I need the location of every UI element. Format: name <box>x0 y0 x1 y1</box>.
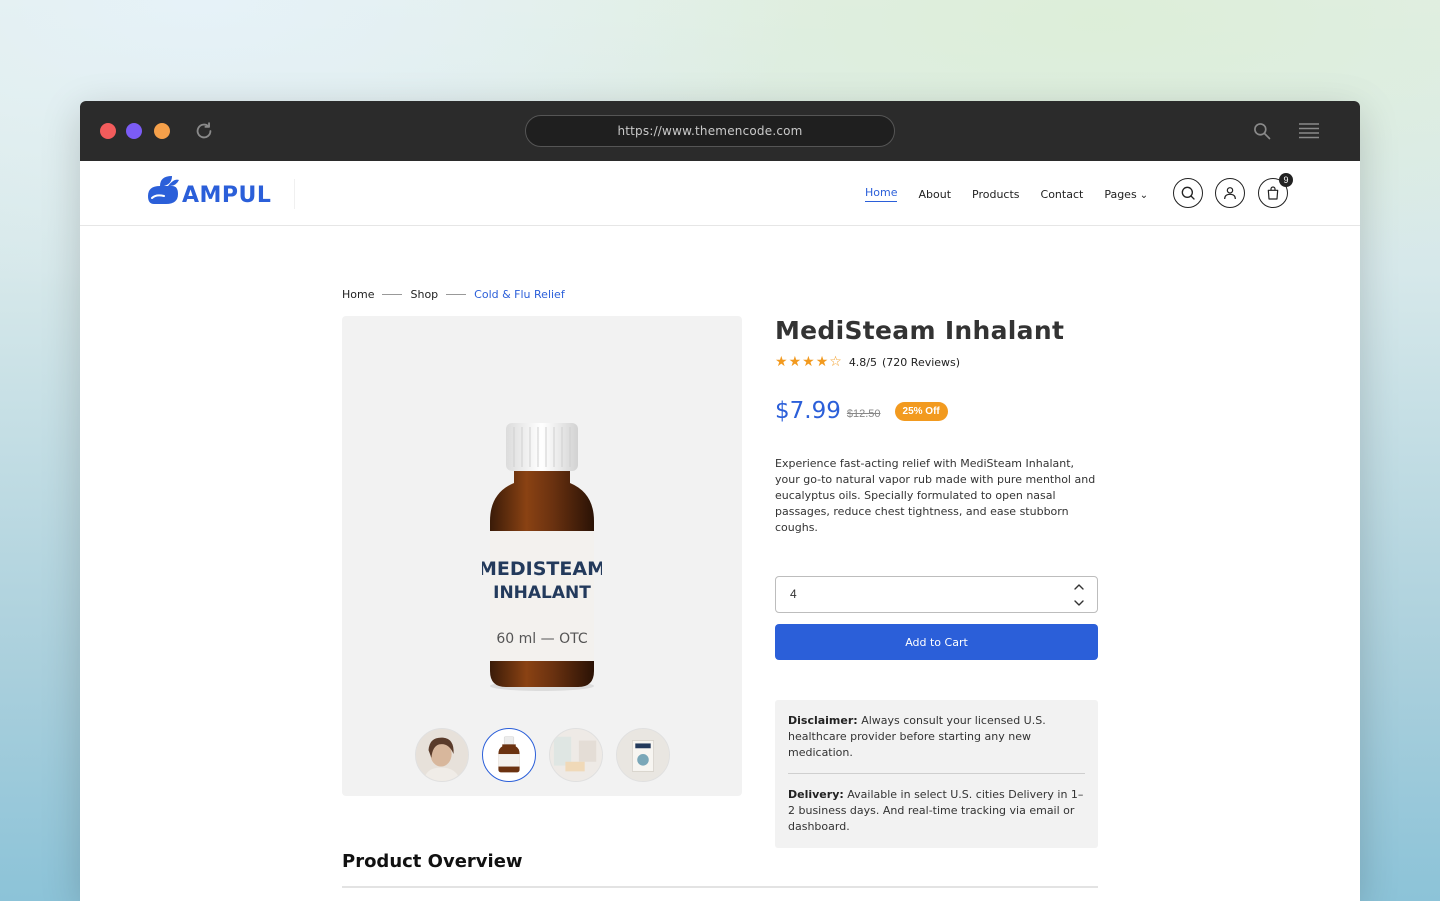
product-info: MediSteam Inhalant ★★★★☆ 4.8/5 (720 Revi… <box>775 316 1100 848</box>
thumbnail-bottle-image <box>498 736 520 773</box>
logo-divider <box>294 179 295 209</box>
product-overview-title: Product Overview <box>342 851 523 872</box>
breadcrumb-shop[interactable]: Shop <box>410 288 438 301</box>
disclaimer-label: Disclaimer: <box>788 714 858 727</box>
breadcrumb: Home Shop Cold & Flu Relief <box>342 288 565 301</box>
menu-icon[interactable] <box>1299 122 1319 140</box>
product-image: MEDISTEAM INHALANT 60 ml — OTC <box>482 423 602 691</box>
product-title: MediSteam Inhalant <box>775 316 1065 345</box>
overview-divider <box>342 886 1098 888</box>
breadcrumb-current[interactable]: Cold & Flu Relief <box>474 288 565 301</box>
search-icon[interactable] <box>1252 121 1272 141</box>
disclaimer: Disclaimer: Always consult your licensed… <box>788 713 1085 761</box>
star-filled-icon: ★ <box>788 354 803 370</box>
product-gallery: MEDISTEAM INHALANT 60 ml — OTC <box>342 316 742 796</box>
discount-badge: 25% Off <box>894 401 948 421</box>
nav-about[interactable]: About <box>918 188 951 201</box>
maximize-window-button[interactable] <box>154 123 170 139</box>
current-price: $7.99 <box>775 398 841 424</box>
add-to-cart-button[interactable]: Add to Cart <box>775 624 1098 660</box>
browser-titlebar: https://www.themencode.com <box>80 101 1360 161</box>
star-filled-icon: ★ <box>775 354 789 370</box>
product-notice: Disclaimer: Always consult your licensed… <box>775 700 1098 848</box>
bottle-label-line3: 60 ml — OTC <box>496 631 587 647</box>
nav-home[interactable]: Home <box>865 186 898 202</box>
header-search-button[interactable] <box>1173 178 1203 208</box>
delivery-label: Delivery: <box>788 788 844 801</box>
browser-window: https://www.themencode.com AMPUL Home Ab… <box>80 101 1360 901</box>
thumbnail-1[interactable] <box>415 728 469 782</box>
close-window-button[interactable] <box>100 123 116 139</box>
minimize-window-button[interactable] <box>126 123 142 139</box>
stepper-arrows-icon[interactable] <box>1073 581 1085 609</box>
product-description: Experience fast-acting relief with MediS… <box>775 457 1096 534</box>
notice-divider <box>788 773 1085 774</box>
user-icon <box>1224 187 1236 200</box>
original-price: $12.50 <box>846 408 881 420</box>
reload-icon[interactable] <box>193 120 215 142</box>
price-row: $7.99 $12.50 25% Off <box>775 398 1100 424</box>
chevron-down-icon: ⌄ <box>1139 189 1149 201</box>
product-rating: ★★★★☆ 4.8/5 (720 Reviews) <box>775 354 1100 370</box>
site-header: AMPUL Home About Products Contact Pages ⌄ <box>80 161 1360 226</box>
thumbnail-3[interactable] <box>549 728 603 782</box>
quantity-stepper[interactable]: 4 <box>775 576 1098 613</box>
bottle-label-line2: INHALANT <box>493 583 591 603</box>
rating-stars: ★★★★☆ <box>775 354 843 370</box>
nav-contact[interactable]: Contact <box>1041 188 1084 201</box>
site-logo[interactable]: AMPUL <box>146 173 271 209</box>
main-nav: Home About Products Contact Pages ⌄ <box>865 186 1169 202</box>
thumbnail-2[interactable] <box>482 728 536 782</box>
delivery-info: Delivery: Available in select U.S. citie… <box>788 787 1085 835</box>
search-icon <box>1181 186 1195 200</box>
star-filled-icon: ★ <box>815 354 830 370</box>
cart-count-badge: 9 <box>1279 173 1293 187</box>
thumbnail-person-image <box>416 729 468 781</box>
breadcrumb-home[interactable]: Home <box>342 288 374 301</box>
thumbnail-pharmacy-image <box>550 729 602 781</box>
nav-pages[interactable]: Pages ⌄ <box>1104 188 1148 201</box>
logo-text: AMPUL <box>182 182 272 208</box>
cart-button[interactable]: 9 <box>1258 173 1293 208</box>
logo-mark-icon <box>148 176 179 204</box>
nav-products[interactable]: Products <box>972 188 1020 201</box>
thumbnail-4[interactable] <box>616 728 670 782</box>
thumbnail-box-image <box>617 729 669 781</box>
breadcrumb-separator <box>382 294 403 295</box>
breadcrumb-separator <box>446 294 467 295</box>
cart-icon <box>1267 186 1279 200</box>
account-button[interactable] <box>1215 178 1245 208</box>
nav-pages-label: Pages <box>1104 187 1137 201</box>
address-bar[interactable]: https://www.themencode.com <box>525 115 895 147</box>
thumbnail-strip <box>415 728 683 782</box>
rating-score: 4.8/5 <box>848 355 878 369</box>
star-empty-icon: ☆ <box>829 354 843 370</box>
review-count[interactable]: (720 Reviews) <box>882 356 960 369</box>
bottle-label-line1: MEDISTEAM <box>482 558 602 580</box>
star-filled-icon: ★ <box>802 354 816 370</box>
quantity-value[interactable]: 4 <box>790 587 797 601</box>
